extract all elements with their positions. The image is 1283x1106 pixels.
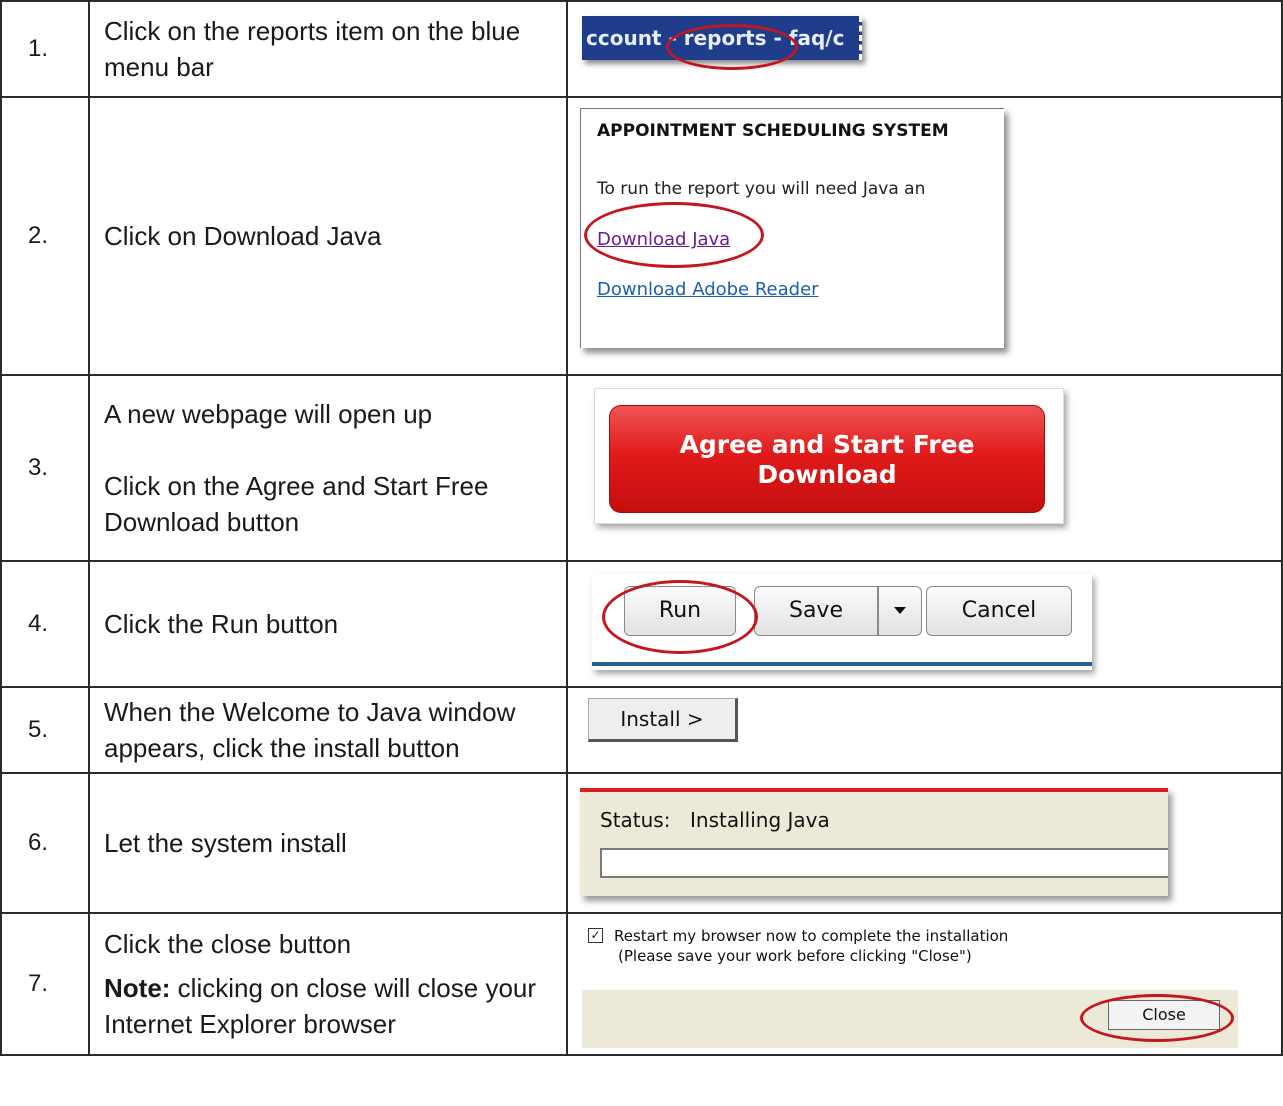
step-row-3: 3. A new webpage will open up Click on t…: [0, 374, 1283, 562]
appointment-panel: APPOINTMENT SCHEDULING SYSTEM To run the…: [580, 108, 1004, 348]
step-row-6: 6. Let the system install Status: Instal…: [0, 772, 1283, 914]
step-row-2: 2. Click on Download Java APPOINTMENT SC…: [0, 96, 1283, 376]
step-number: 3.: [0, 374, 90, 562]
step-instruction: When the Welcome to Java window appears,…: [88, 686, 568, 774]
button-line: Agree and Start Free: [679, 430, 975, 459]
instruction-line: Click on the Agree and Start Free Downlo…: [104, 471, 489, 537]
steps-table: 1. Click on the reports item on the blue…: [0, 0, 1283, 1056]
step-number: 7.: [0, 912, 90, 1056]
status-label: Status:: [600, 808, 671, 832]
step-screenshot-status: Status: Installing Java: [566, 772, 1283, 914]
dialog-divider: [592, 662, 1092, 666]
step-screenshot-menu: ccount - reports - faq/c: [566, 0, 1283, 98]
step-screenshot-panel: APPOINTMENT SCHEDULING SYSTEM To run the…: [566, 96, 1283, 376]
install-status-window: Status: Installing Java: [580, 788, 1168, 896]
button-line: Download: [757, 460, 897, 489]
step-number: 6.: [0, 772, 90, 914]
step-screenshot-install: Install >: [566, 686, 1283, 774]
close-button[interactable]: Close: [1108, 1000, 1220, 1030]
step-number: 5.: [0, 686, 90, 774]
step-screenshot-download: Agree and Start Free Download: [566, 374, 1283, 562]
step-instruction: Click on the reports item on the blue me…: [88, 0, 568, 98]
panel-heading: APPOINTMENT SCHEDULING SYSTEM: [597, 121, 949, 141]
blue-menu-bar: ccount - reports - faq/c: [582, 16, 862, 60]
menu-item-reports[interactable]: - reports -: [668, 26, 781, 50]
restart-checkbox[interactable]: ✓: [588, 928, 603, 943]
step-instruction: Click the Run button: [88, 560, 568, 688]
instruction-line: A new webpage will open up: [104, 399, 433, 429]
step-screenshot-close: ✓ Restart my browser now to complete the…: [566, 912, 1283, 1056]
menu-item-account[interactable]: ccount: [586, 26, 662, 50]
step-number: 4.: [0, 560, 90, 688]
download-button-frame: Agree and Start Free Download: [594, 388, 1064, 524]
step-row-1: 1. Click on the reports item on the blue…: [0, 0, 1283, 98]
run-button[interactable]: Run: [624, 586, 736, 636]
chevron-down-icon[interactable]: [878, 586, 922, 636]
restart-text: Restart my browser now to complete the i…: [614, 926, 1008, 966]
step-instruction: Click the close button Note: clicking on…: [88, 912, 568, 1056]
step-row-5: 5. When the Welcome to Java window appea…: [0, 686, 1283, 774]
step-instruction: Let the system install: [88, 772, 568, 914]
step-row-4: 4. Click the Run button Run Save Cancel: [0, 560, 1283, 688]
install-button[interactable]: Install >: [588, 698, 738, 742]
step-number: 1.: [0, 0, 90, 98]
agree-download-button[interactable]: Agree and Start Free Download: [609, 405, 1045, 513]
step-number: 2.: [0, 96, 90, 376]
restart-label: Restart my browser now to complete the i…: [614, 927, 1009, 945]
step-screenshot-run: Run Save Cancel: [566, 560, 1283, 688]
menu-item-faq[interactable]: faq/c: [789, 26, 845, 50]
step-row-7: 7. Click the close button Note: clicking…: [0, 912, 1283, 1056]
panel-text: To run the report you will need Java an: [597, 179, 926, 199]
note-line: Note: clicking on close will close your …: [104, 970, 556, 1042]
step-instruction: Click on Download Java: [88, 96, 568, 376]
download-adobe-link[interactable]: Download Adobe Reader: [597, 279, 819, 300]
download-java-link[interactable]: Download Java: [597, 229, 730, 250]
instruction-line: Click the close button: [104, 929, 352, 959]
step-instruction: A new webpage will open up Click on the …: [88, 374, 568, 562]
install-progress-bar: [600, 848, 1168, 878]
download-dialog: Run Save Cancel: [592, 574, 1092, 670]
cancel-button[interactable]: Cancel: [926, 586, 1072, 636]
save-button[interactable]: Save: [754, 586, 878, 636]
status-value: Installing Java: [690, 808, 830, 832]
note-label: Note:: [104, 973, 171, 1003]
save-hint: (Please save your work before clicking "…: [618, 947, 972, 965]
